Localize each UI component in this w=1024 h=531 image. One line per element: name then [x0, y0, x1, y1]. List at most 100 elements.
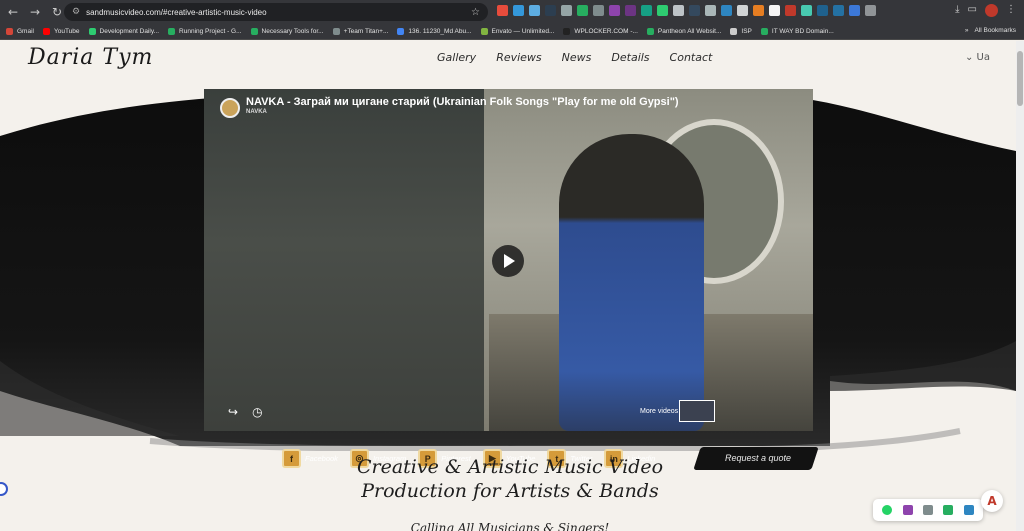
download-icon[interactable]: ⤓ — [955, 4, 959, 17]
bookmark-favicon-icon — [480, 28, 488, 35]
headline-line-1: Creative & Artistic Music Video — [356, 456, 664, 478]
address-bar[interactable]: ⚙ sandmusicvideo.com/#creative-artistic-… — [64, 3, 488, 21]
menu-item-details[interactable]: Details — [611, 51, 649, 64]
tab-search-icon[interactable]: ▭ — [968, 4, 977, 17]
floating-tools-bar — [873, 499, 983, 521]
extension-icon[interactable] — [545, 5, 556, 16]
bookmark-star-icon[interactable]: ☆ — [471, 7, 480, 18]
extension-icon[interactable] — [497, 5, 508, 16]
bookmark-item[interactable]: YouTube — [42, 28, 80, 35]
shield-icon[interactable] — [963, 505, 974, 515]
extension-icon[interactable] — [561, 5, 572, 16]
accessibility-toggle[interactable] — [0, 482, 8, 496]
bookmark-label: Necessary Tools for... — [261, 28, 324, 35]
extension-icon[interactable] — [577, 5, 588, 16]
site-logo[interactable]: Daria Tym — [28, 45, 153, 70]
extension-icon[interactable] — [849, 5, 860, 16]
bookmark-item[interactable]: Pantheon All Websit... — [646, 28, 721, 35]
channel-avatar[interactable] — [220, 98, 240, 118]
bookmark-item[interactable]: 136. 11230_Md Abu... — [397, 28, 472, 35]
bookmark-favicon-icon — [397, 28, 405, 35]
menu-item-reviews[interactable]: Reviews — [496, 51, 541, 64]
video-singer — [559, 134, 704, 431]
extension-icon[interactable] — [593, 5, 604, 16]
profile-avatar[interactable] — [985, 4, 998, 17]
bookmark-favicon-icon — [760, 28, 768, 35]
bookmark-item[interactable]: IT WAY BD Domain... — [760, 28, 834, 35]
bookmark-label: YouTube — [53, 28, 80, 35]
bookmark-item[interactable]: Envato — Unlimited... — [480, 28, 555, 35]
bookmark-item[interactable]: ISP — [730, 28, 752, 35]
bookmarks-right: » All Bookmarks — [965, 27, 1016, 34]
extensions-row — [497, 5, 876, 16]
chat-icon[interactable] — [922, 505, 933, 515]
extension-icon[interactable] — [689, 5, 700, 16]
bookmark-favicon-icon — [563, 28, 571, 35]
bookmark-label: ISP — [741, 28, 752, 35]
bookmark-favicon-icon — [332, 28, 340, 35]
video-channel[interactable]: NAVKA — [246, 109, 267, 115]
language-switcher[interactable]: ⌄ Ua — [965, 52, 990, 63]
main-menu: Gallery Reviews News Details Contact — [437, 51, 712, 64]
extension-icon[interactable] — [753, 5, 764, 16]
extension-icon[interactable] — [785, 5, 796, 16]
more-videos-thumbnail[interactable] — [679, 400, 715, 422]
extension-icon[interactable] — [817, 5, 828, 16]
bookmark-item[interactable]: Running Project - G... — [168, 28, 242, 35]
extension-icon[interactable] — [833, 5, 844, 16]
extension-icon[interactable] — [737, 5, 748, 16]
menu-icon[interactable]: ⋮ — [1006, 4, 1016, 17]
bookmark-favicon-icon — [646, 28, 654, 35]
bookmark-label: Running Project - G... — [179, 28, 242, 35]
bookmark-label: IT WAY BD Domain... — [771, 28, 834, 35]
share-icon[interactable]: ↪ — [228, 405, 238, 419]
menu-item-news[interactable]: News — [562, 51, 592, 64]
extension-icon[interactable] — [641, 5, 652, 16]
extension-icon[interactable] — [705, 5, 716, 16]
extension-icon[interactable] — [657, 5, 668, 16]
extension-icon[interactable] — [865, 5, 876, 16]
extension-icon[interactable] — [769, 5, 780, 16]
menu-item-contact[interactable]: Contact — [670, 51, 713, 64]
bookmark-favicon-icon — [6, 28, 13, 35]
scrollbar-thumb[interactable] — [1017, 51, 1023, 106]
browser-toolbar: ← → ↻ ⚙ sandmusicvideo.com/#creative-art… — [0, 0, 1024, 24]
extension-icon[interactable] — [625, 5, 636, 16]
forward-icon[interactable]: → — [26, 3, 44, 21]
whatsapp-icon[interactable] — [882, 505, 893, 515]
url-text: sandmusicvideo.com/#creative-artistic-mu… — [86, 7, 267, 17]
site-info-icon[interactable]: ⚙ — [72, 7, 80, 17]
extension-icon[interactable] — [721, 5, 732, 16]
bookmark-item[interactable]: WPLOCKER.COM -... — [563, 28, 638, 35]
extension-icon[interactable] — [801, 5, 812, 16]
video-title[interactable]: NAVKA - Заграй ми цигане старий (Ukraini… — [246, 96, 679, 108]
bookmark-favicon-icon — [42, 28, 50, 35]
youtube-embed[interactable]: NAVKA - Заграй ми цигане старий (Ukraini… — [204, 89, 813, 431]
extension-icon[interactable] — [673, 5, 684, 16]
menu-item-gallery[interactable]: Gallery — [437, 51, 476, 64]
clock-icon[interactable]: ◷ — [252, 405, 262, 419]
pdf-reader-icon[interactable]: A — [981, 490, 1003, 512]
pen-icon[interactable] — [902, 505, 913, 515]
bookmarks-overflow-button[interactable]: » — [965, 27, 969, 34]
app-icon[interactable] — [943, 505, 954, 515]
bookmark-label: +Team Titan+... — [343, 28, 389, 35]
bookmark-item[interactable]: Development Daily... — [88, 28, 160, 35]
extension-icon[interactable] — [529, 5, 540, 16]
bookmark-item[interactable]: Gmail — [6, 28, 34, 35]
extension-icon[interactable] — [609, 5, 620, 16]
bookmark-item[interactable]: +Team Titan+... — [332, 28, 389, 35]
bookmark-label: Development Daily... — [99, 28, 160, 35]
bookmark-label: Gmail — [17, 28, 34, 35]
all-bookmarks-button[interactable]: All Bookmarks — [974, 27, 1016, 34]
back-icon[interactable]: ← — [4, 3, 22, 21]
browser-right-controls: ⤓ ▭ ⋮ — [955, 4, 1016, 17]
bookmark-label: Envato — Unlimited... — [491, 28, 555, 35]
bookmark-item[interactable]: Necessary Tools for... — [250, 28, 324, 35]
bookmarks-bar: Gmail YouTube Development Daily... Running … — [0, 24, 1024, 40]
play-button[interactable] — [492, 245, 524, 277]
more-videos-label[interactable]: More videos — [640, 408, 678, 416]
page-scrollbar[interactable] — [1016, 41, 1024, 531]
extension-icon[interactable] — [513, 5, 524, 16]
bookmark-favicon-icon — [88, 28, 96, 35]
